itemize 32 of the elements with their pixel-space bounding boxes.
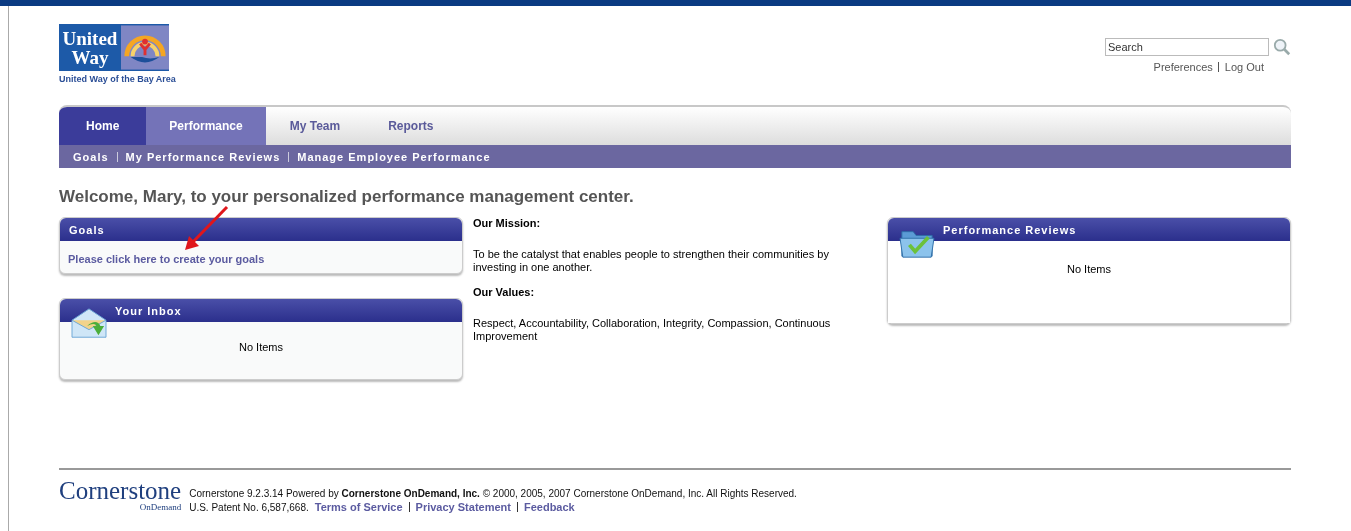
footer-link[interactable]: Terms of Service [314, 501, 403, 513]
create-goals-link[interactable]: Please click here to create your goals [68, 253, 265, 265]
copyright-text: Cornerstone 9.2.3.14 Powered by Cornerstone OnDemand, Inc. © 2000, 2005, 2007 Cornerstone OnDemand, Inc. All Rights Reserved. [189, 488, 797, 499]
welcome-heading: Welcome, Mary, to your personalized performance management center. [59, 187, 635, 207]
nav-tab[interactable]: Performance [146, 107, 266, 145]
united-way-logo: United Way [59, 24, 169, 71]
mission-heading: Our Mission: [473, 217, 542, 229]
search-icon[interactable] [1273, 38, 1291, 56]
user-link[interactable]: Log Out [1224, 61, 1264, 73]
sub-nav-link[interactable]: Manage Employee Performance [297, 150, 491, 163]
values-text: Respect, Accountability, Collaboration, Integrity, Compassion, Continuous Improvement [473, 317, 832, 343]
search-field[interactable]: Search [1105, 38, 1269, 56]
empty-message: No Items [1067, 263, 1111, 275]
values-heading: Our Values: [473, 286, 536, 298]
mission-text: To be the catalyst that enables people to strengthen their communities by investing in one another. [473, 248, 830, 274]
annotation-arrow [183, 204, 231, 252]
panel-title: Performance Reviews [942, 223, 1077, 236]
envelope-icon [70, 307, 108, 341]
sub-nav-link[interactable]: Goals [73, 150, 109, 163]
footer-link[interactable]: Privacy Statement [415, 501, 511, 513]
panel-title: Goals [69, 223, 105, 236]
empty-message: No Items [239, 341, 283, 353]
nav-tab[interactable]: Home [59, 107, 147, 145]
nav-tab[interactable]: Reports [364, 107, 458, 145]
footer-link[interactable]: Feedback [523, 501, 575, 513]
user-link[interactable]: Preferences [1153, 61, 1213, 73]
sub-nav-link[interactable]: My Performance Reviews [125, 150, 281, 163]
panel-title: Your Inbox [114, 304, 182, 317]
patent-text: U.S. Patent No. 6,587,668. [189, 502, 309, 513]
logo-caption: United Way of the Bay Area [59, 74, 176, 84]
nav-tab[interactable]: My Team [265, 107, 365, 145]
cornerstone-logo: Cornerstone OnDemand [59, 478, 182, 513]
